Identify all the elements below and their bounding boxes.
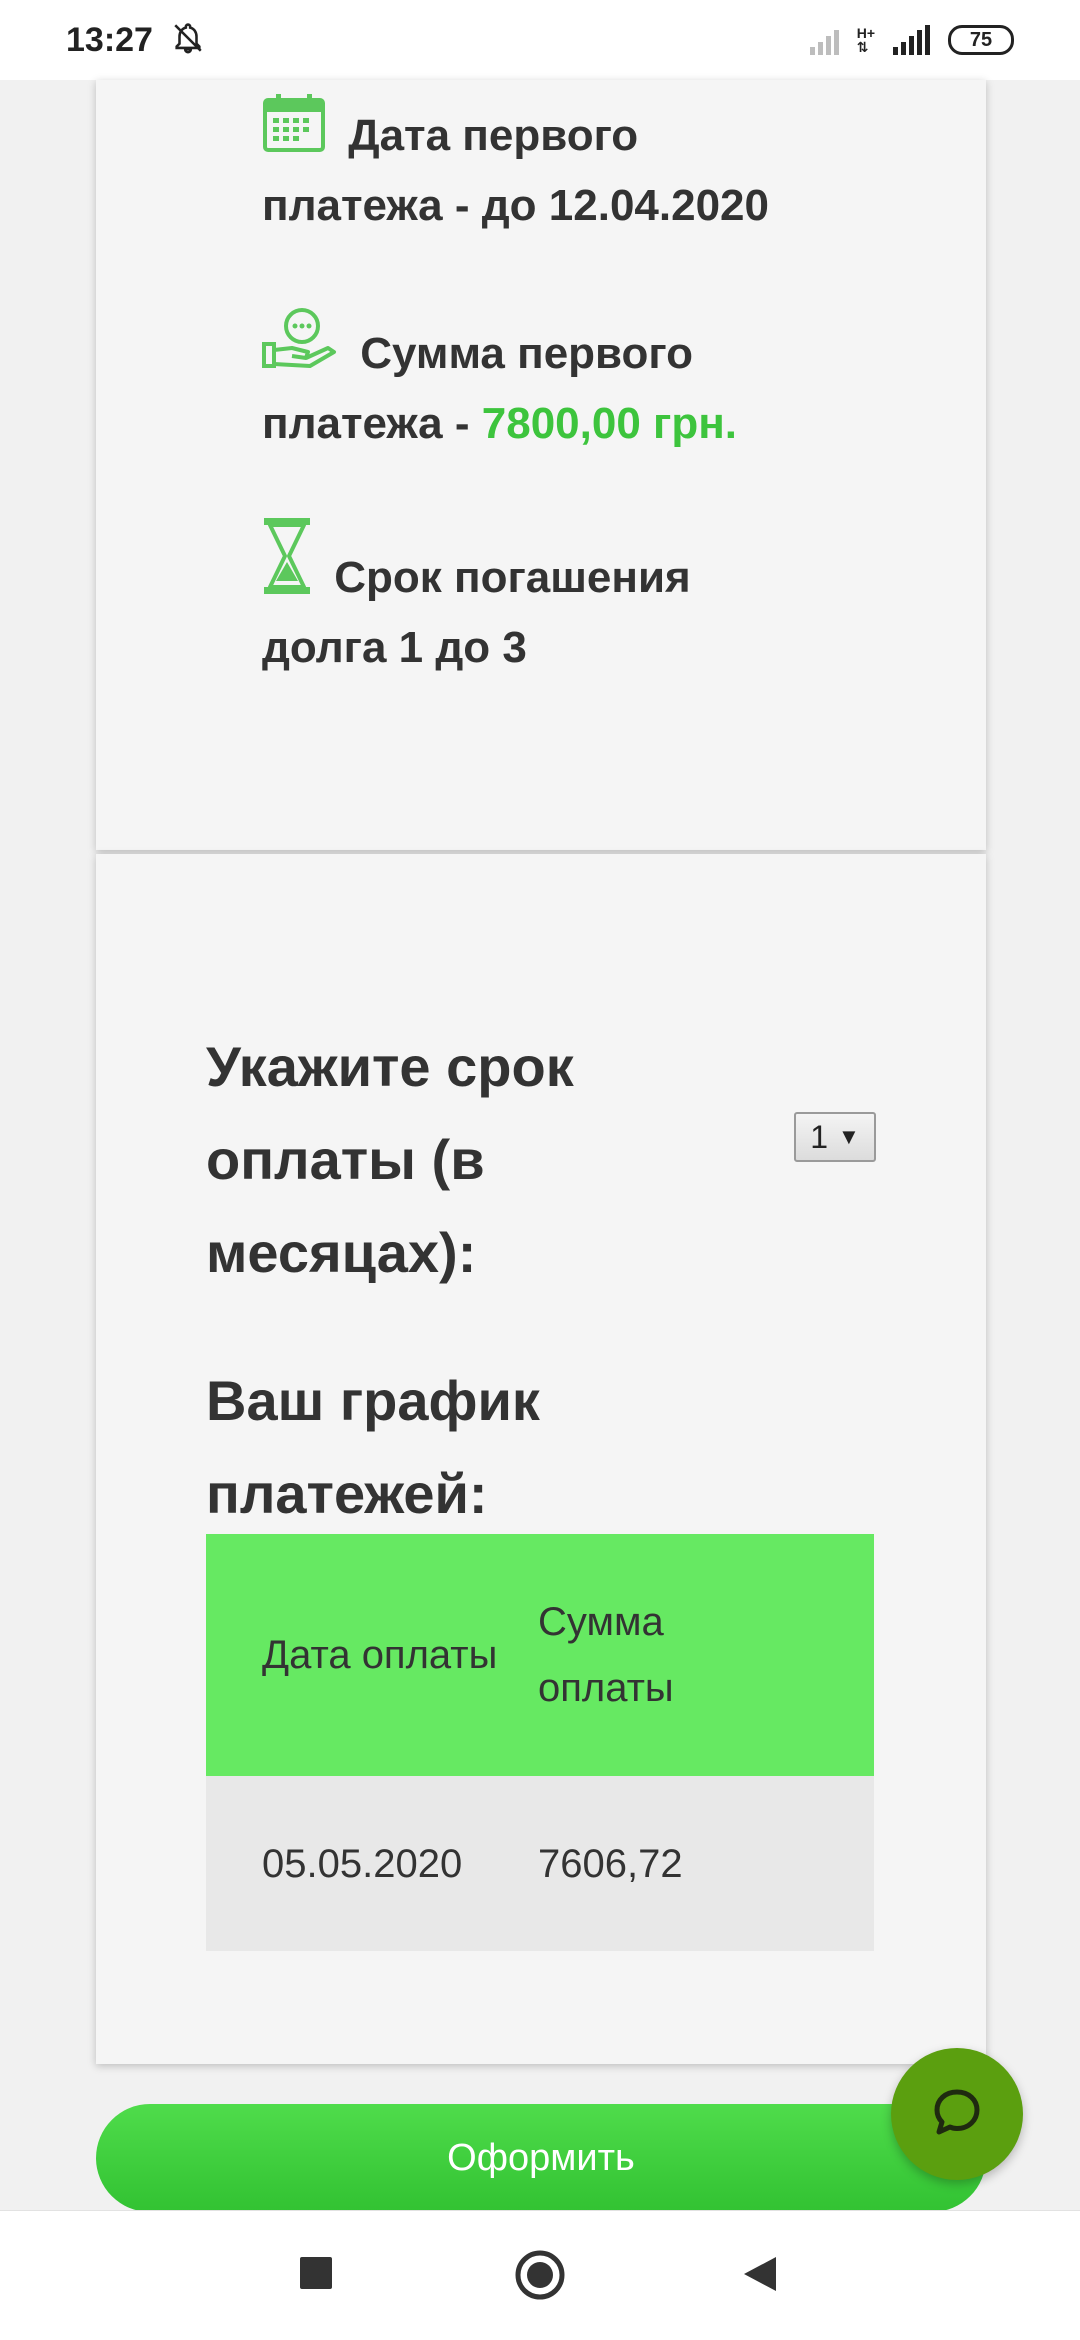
chat-button[interactable] xyxy=(891,2048,1023,2180)
table-header-row: Дата оплаты Сумма оплаты xyxy=(206,1534,874,1776)
first-payment-date: Дата первого платежа - до 12.04.2020 xyxy=(262,92,822,241)
status-left: 13:27 xyxy=(66,21,205,60)
column-header-date: Дата оплаты xyxy=(262,1633,498,1677)
network-type-label: H+ xyxy=(856,25,875,41)
submit-button[interactable]: Оформить xyxy=(96,2104,986,2212)
first-payment-amount-value: 7800,00 грн. xyxy=(481,399,738,448)
payment-schedule-table: Дата оплаты Сумма оплаты 05.05.2020 7606… xyxy=(206,1534,874,1951)
repayment-term: Срок погашения долга 1 до 3 xyxy=(262,516,822,683)
payment-amount-cell: 7606,72 xyxy=(538,1841,683,1886)
term-months-value: 1 xyxy=(810,1118,828,1155)
back-button[interactable] xyxy=(742,2255,778,2298)
payment-date-cell: 05.05.2020 xyxy=(262,1841,463,1886)
battery-icon: 75 xyxy=(948,25,1014,55)
chevron-down-icon: ▼ xyxy=(838,1124,860,1149)
status-bar: 13:27 H+ ⇅ 75 xyxy=(0,0,1080,80)
status-time: 13:27 xyxy=(66,20,153,59)
calendar-icon xyxy=(262,94,348,160)
term-select-label: Укажите срок оплаты (в месяцах): xyxy=(206,1035,574,1284)
bell-off-icon xyxy=(171,21,205,60)
network-type-indicator: H+ ⇅ xyxy=(857,26,875,54)
data-arrows-icon: ⇅ xyxy=(856,39,869,55)
column-header-amount: Сумма оплаты xyxy=(538,1600,674,1710)
signal-icon xyxy=(893,25,930,55)
term-months-select[interactable]: 1 ▼ xyxy=(794,1112,876,1162)
status-right: H+ ⇅ 75 xyxy=(809,25,1014,55)
money-hand-icon xyxy=(262,308,360,378)
home-button[interactable] xyxy=(514,2249,566,2306)
recent-apps-button[interactable] xyxy=(298,2255,334,2296)
loan-info-card: Дата первого платежа - до 12.04.2020 Сум… xyxy=(96,80,986,850)
first-payment-amount: Сумма первого платежа - 7800,00 грн. xyxy=(262,306,822,459)
schedule-title: Ваш график платежей: xyxy=(206,1369,540,1525)
battery-level: 75 xyxy=(969,28,993,51)
system-nav-bar xyxy=(0,2210,1080,2340)
signal-icon xyxy=(809,25,839,55)
hourglass-icon xyxy=(262,518,334,602)
chat-bubble-icon xyxy=(929,2084,985,2145)
table-row: 05.05.2020 7606,72 xyxy=(206,1776,874,1951)
